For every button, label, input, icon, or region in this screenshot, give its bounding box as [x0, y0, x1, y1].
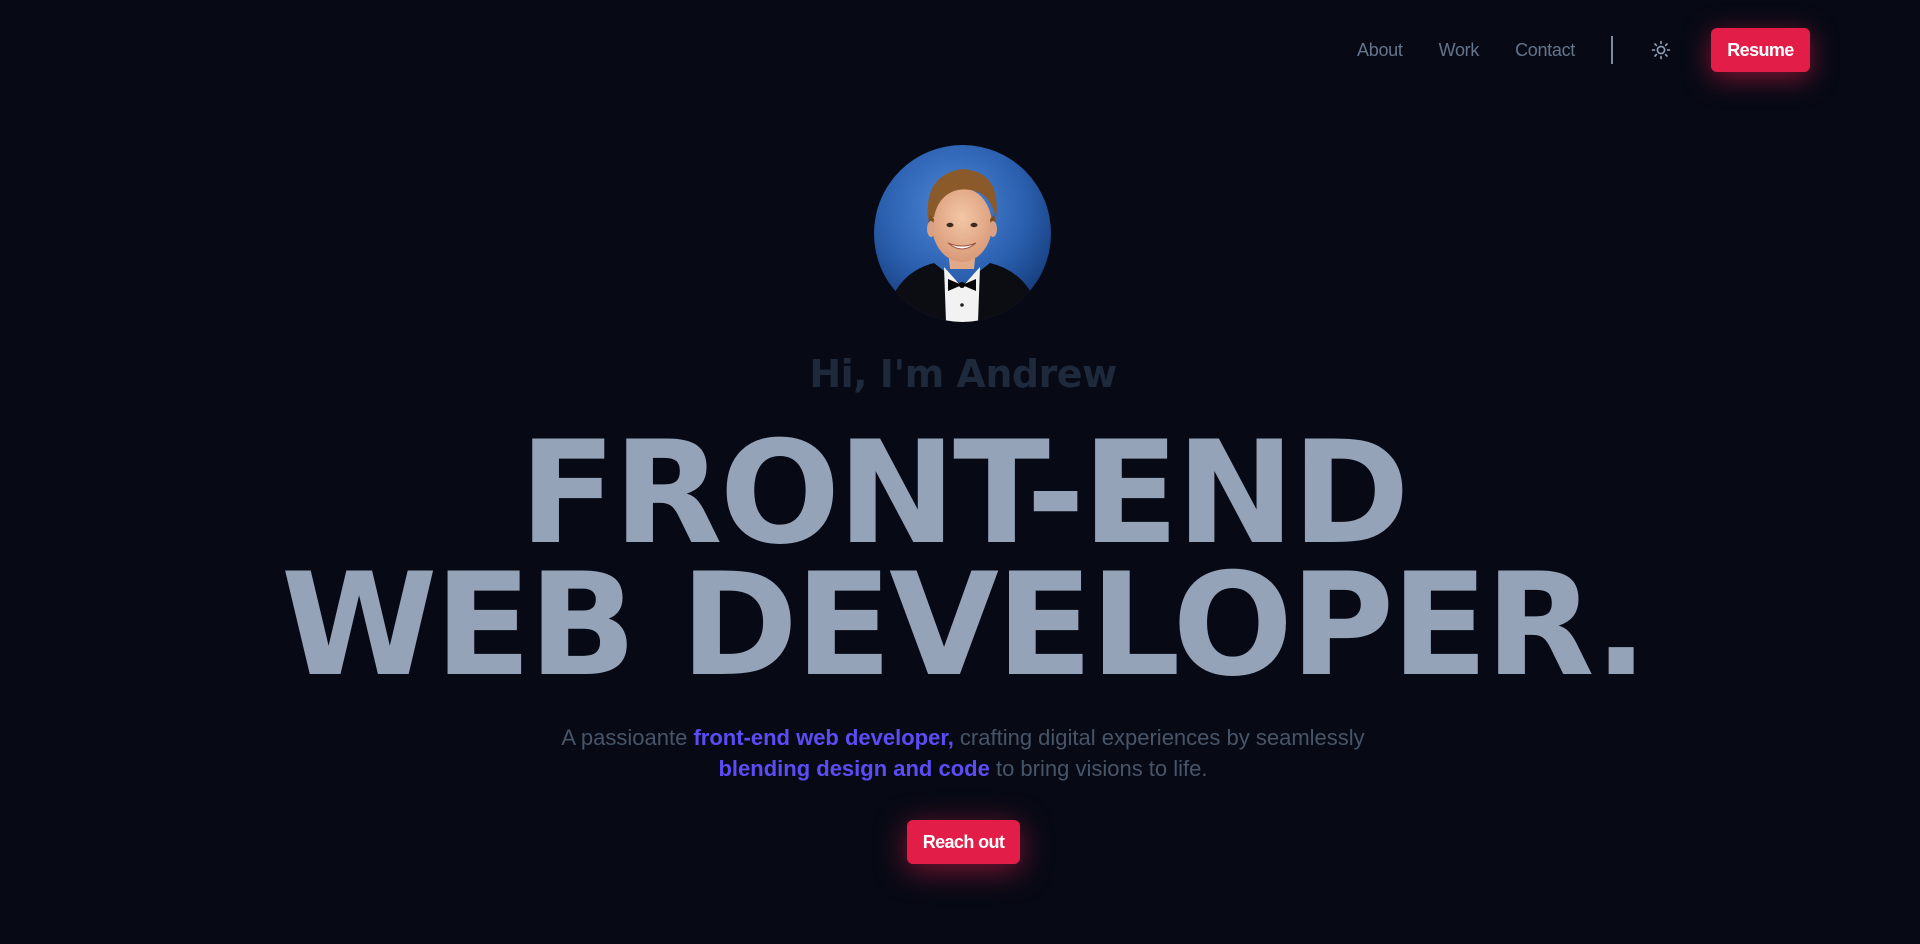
page: About Work Contact Resume Hi, I'm Andrew… — [0, 0, 1920, 944]
sun-icon — [1651, 40, 1671, 60]
subtitle-text: A passioante — [561, 725, 694, 750]
page-title: FRONT-END WEB DEVELOPER. — [0, 411, 1920, 708]
nav-link-work[interactable]: Work — [1439, 40, 1480, 61]
subtitle-text: crafting digital experiences by seamless… — [953, 725, 1365, 750]
nav-link-contact[interactable]: Contact — [1515, 40, 1575, 61]
greeting: Hi, I'm Andrew — [809, 352, 1117, 396]
reach-out-button[interactable]: Reach out — [907, 820, 1020, 864]
subtitle-highlight: front-end web developer, — [693, 725, 954, 750]
top-nav: About Work Contact Resume — [1357, 28, 1810, 72]
hero-subtitle: A passioante front-end web developer, cr… — [560, 722, 1366, 784]
resume-button[interactable]: Resume — [1711, 28, 1810, 72]
subtitle-highlight: blending design and code — [718, 756, 990, 781]
nav-link-about[interactable]: About — [1357, 40, 1403, 61]
subtitle-text: to bring visions to life. — [989, 756, 1208, 781]
avatar-portrait — [874, 145, 1051, 322]
headline-line-2: WEB DEVELOPER. — [280, 543, 1648, 708]
headline-line-1: FRONT-END — [519, 411, 1410, 576]
avatar — [874, 145, 1051, 322]
nav-divider — [1611, 36, 1613, 64]
theme-toggle-button[interactable] — [1647, 36, 1675, 64]
